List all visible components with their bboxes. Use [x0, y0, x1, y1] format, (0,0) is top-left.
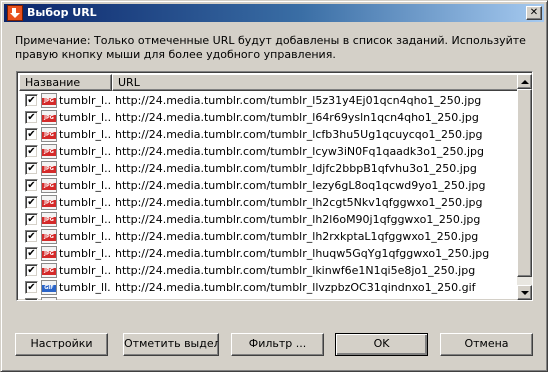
close-button[interactable]: ✕ — [526, 6, 542, 20]
arrow-up-icon — [521, 80, 529, 84]
row-name: tumblr_l... — [59, 162, 111, 175]
list-row[interactable]: ✔ JPGtumblr_l... http://24.media.tumblr.co… — [19, 194, 519, 211]
title-bar[interactable]: Выбор URL ✕ — [4, 4, 544, 22]
cancel-button[interactable]: Отмена — [440, 333, 533, 356]
jpg-file-icon: JPG — [41, 93, 57, 108]
jpg-file-icon: JPG — [41, 212, 57, 227]
list-row[interactable]: ✔ JPGtumblr_l... http://24.media.tumblr.co… — [19, 109, 519, 126]
file-type-tag: JPG — [42, 234, 56, 241]
file-type-tag: JPG — [42, 251, 56, 258]
file-type-tag: JPG — [42, 115, 56, 122]
jpg-file-icon: JPG — [41, 110, 57, 125]
row-name: tumblr_l... — [59, 264, 111, 277]
row-name: tumblr_l... — [59, 296, 111, 300]
vertical-scrollbar[interactable] — [517, 74, 532, 300]
row-url: http://24.media.tumblr.com/tumblr_l64r69… — [115, 111, 479, 124]
gif-file-icon: GIF — [41, 280, 57, 295]
row-checkbox[interactable]: ✔ — [25, 111, 38, 124]
jpg-file-icon: JPG — [41, 178, 57, 193]
file-type-tag: JPG — [42, 166, 56, 173]
arrow-down-icon — [521, 291, 529, 295]
scroll-thumb[interactable] — [517, 89, 532, 277]
row-url: http://24.media.tumblr.com/tumblr_lhuqw5… — [115, 247, 490, 260]
row-url: http://24.media.tumblr.com/tumblr_lm1dl7… — [115, 296, 517, 300]
check-selected-button[interactable]: Отметить выдел. — [123, 333, 219, 356]
download-arrow-icon — [7, 5, 23, 21]
row-checkbox[interactable]: ✔ — [25, 196, 38, 209]
file-type-tag: JPG — [42, 183, 56, 190]
row-checkbox[interactable]: ✔ — [25, 213, 38, 226]
row-name: tumblr_l... — [59, 179, 111, 192]
row-url: http://24.media.tumblr.com/tumblr_lezy6g… — [115, 179, 486, 192]
row-name: tumblr_l... — [59, 128, 111, 141]
row-checkbox[interactable]: ✔ — [25, 298, 38, 300]
list-row[interactable]: ✔ JPGtumblr_l... http://24.media.tumblr.co… — [19, 143, 519, 160]
jpg-file-icon: JPG — [41, 144, 57, 159]
row-checkbox[interactable]: ✔ — [25, 162, 38, 175]
row-name: tumblr_ll... — [59, 281, 111, 294]
row-name: tumblr_l... — [59, 145, 111, 158]
url-list[interactable]: Название URL ✔ JPG tumblr_l... http://24.me… — [16, 71, 533, 301]
row-name: tumblr_l... — [59, 230, 111, 243]
row-url: http://24.media.tumblr.com/tumblr_lcyw3i… — [115, 145, 485, 158]
jpg-file-icon: JPG — [41, 297, 57, 300]
list-row[interactable]: ✔ JPGtumblr_l... http://24.media.tumblr.co… — [19, 177, 519, 194]
file-type-tag: JPG — [42, 149, 56, 156]
list-row[interactable]: ✔ JPGtumblr_l... http://24.media.tumblr.co… — [19, 228, 519, 245]
note-text: Примечание: Только отмеченные URL будут … — [15, 34, 526, 61]
row-url: http://24.media.tumblr.com/tumblr_l5z31y… — [115, 94, 482, 107]
row-url: http://24.media.tumblr.com/tumblr_lh2l6o… — [115, 213, 481, 226]
list-row[interactable]: ✔ JPGtumblr_l... http://24.media.tumblr.co… — [19, 262, 519, 279]
row-checkbox[interactable]: ✔ — [25, 264, 38, 277]
list-row[interactable]: ✔ JPGtumblr_l... http://24.media.tumblr.co… — [19, 211, 519, 228]
jpg-file-icon: JPG — [41, 263, 57, 278]
settings-button[interactable]: Настройки — [15, 333, 108, 356]
row-checkbox[interactable]: ✔ — [25, 128, 38, 141]
row-name: tumblr_l... — [59, 196, 111, 209]
jpg-file-icon: JPG — [41, 246, 57, 261]
ok-button[interactable]: OK — [335, 333, 428, 356]
row-url: http://24.media.tumblr.com/tumblr_llvzpb… — [115, 281, 476, 294]
row-checkbox[interactable]: ✔ — [25, 179, 38, 192]
list-row[interactable]: ✔JPGtumblr_l... http://24.media.tumblr.co… — [19, 296, 519, 300]
file-type-tag: JPG — [42, 98, 56, 105]
jpg-file-icon: JPG — [41, 195, 57, 210]
window-title: Выбор URL — [27, 6, 97, 19]
file-type-tag: JPG — [42, 217, 56, 224]
row-name: tumblr_l... — [59, 111, 111, 124]
row-checkbox[interactable]: ✔ — [25, 281, 38, 294]
list-row[interactable]: ✔ GIFtumblr_ll... http://24.media.tumblr.c… — [19, 279, 519, 296]
row-name: tumblr_l... — [59, 247, 111, 260]
list-rows: ✔ JPG tumblr_l... http://24.media.tumblr.co… — [19, 92, 519, 300]
scroll-up-button[interactable] — [517, 74, 532, 89]
file-type-tag: GIF — [42, 285, 56, 292]
list-row[interactable]: ✔ JPGtumblr_l... http://24.media.tumblr.co… — [19, 126, 519, 143]
file-type-tag: JPG — [42, 268, 56, 275]
row-url: http://24.media.tumblr.com/tumblr_lcfb3h… — [115, 128, 483, 141]
row-checkbox[interactable]: ✔ — [25, 145, 38, 158]
jpg-file-icon: JPG — [41, 161, 57, 176]
row-name: tumblr_l... — [59, 213, 111, 226]
jpg-file-icon: JPG — [41, 127, 57, 142]
list-header: Название URL — [19, 74, 519, 91]
list-row[interactable]: ✔ JPGtumblr_l... http://24.media.tumblr.co… — [19, 245, 519, 262]
list-row[interactable]: ✔ JPGtumblr_l... http://24.media.tumblr.co… — [19, 160, 519, 177]
jpg-file-icon: JPG — [41, 229, 57, 244]
url-selection-dialog: Выбор URL ✕ Примечание: Только отмеченны… — [0, 0, 548, 372]
row-url: http://24.media.tumblr.com/tumblr_ldjfc2… — [115, 162, 477, 175]
file-type-tag: JPG — [42, 200, 56, 207]
row-name: tumblr_l... — [59, 94, 111, 107]
row-url: http://24.media.tumblr.com/tumblr_lkinwf… — [115, 264, 476, 277]
row-url: http://24.media.tumblr.com/tumblr_lh2cgt… — [115, 196, 483, 209]
row-checkbox[interactable]: ✔ — [25, 230, 38, 243]
file-type-tag: JPG — [42, 132, 56, 139]
filter-button[interactable]: Фильтр ... — [231, 333, 324, 356]
row-checkbox[interactable]: ✔ — [25, 247, 38, 260]
list-row[interactable]: ✔ JPGtumblr_l... http://24.media.tumblr.co… — [19, 92, 519, 109]
row-checkbox[interactable]: ✔ — [25, 94, 38, 107]
row-url: http://24.media.tumblr.com/tumblr_lh2rxk… — [115, 230, 479, 243]
column-header-name[interactable]: Название — [19, 74, 112, 91]
column-header-url[interactable]: URL — [112, 74, 519, 91]
scroll-down-button[interactable] — [517, 285, 532, 300]
